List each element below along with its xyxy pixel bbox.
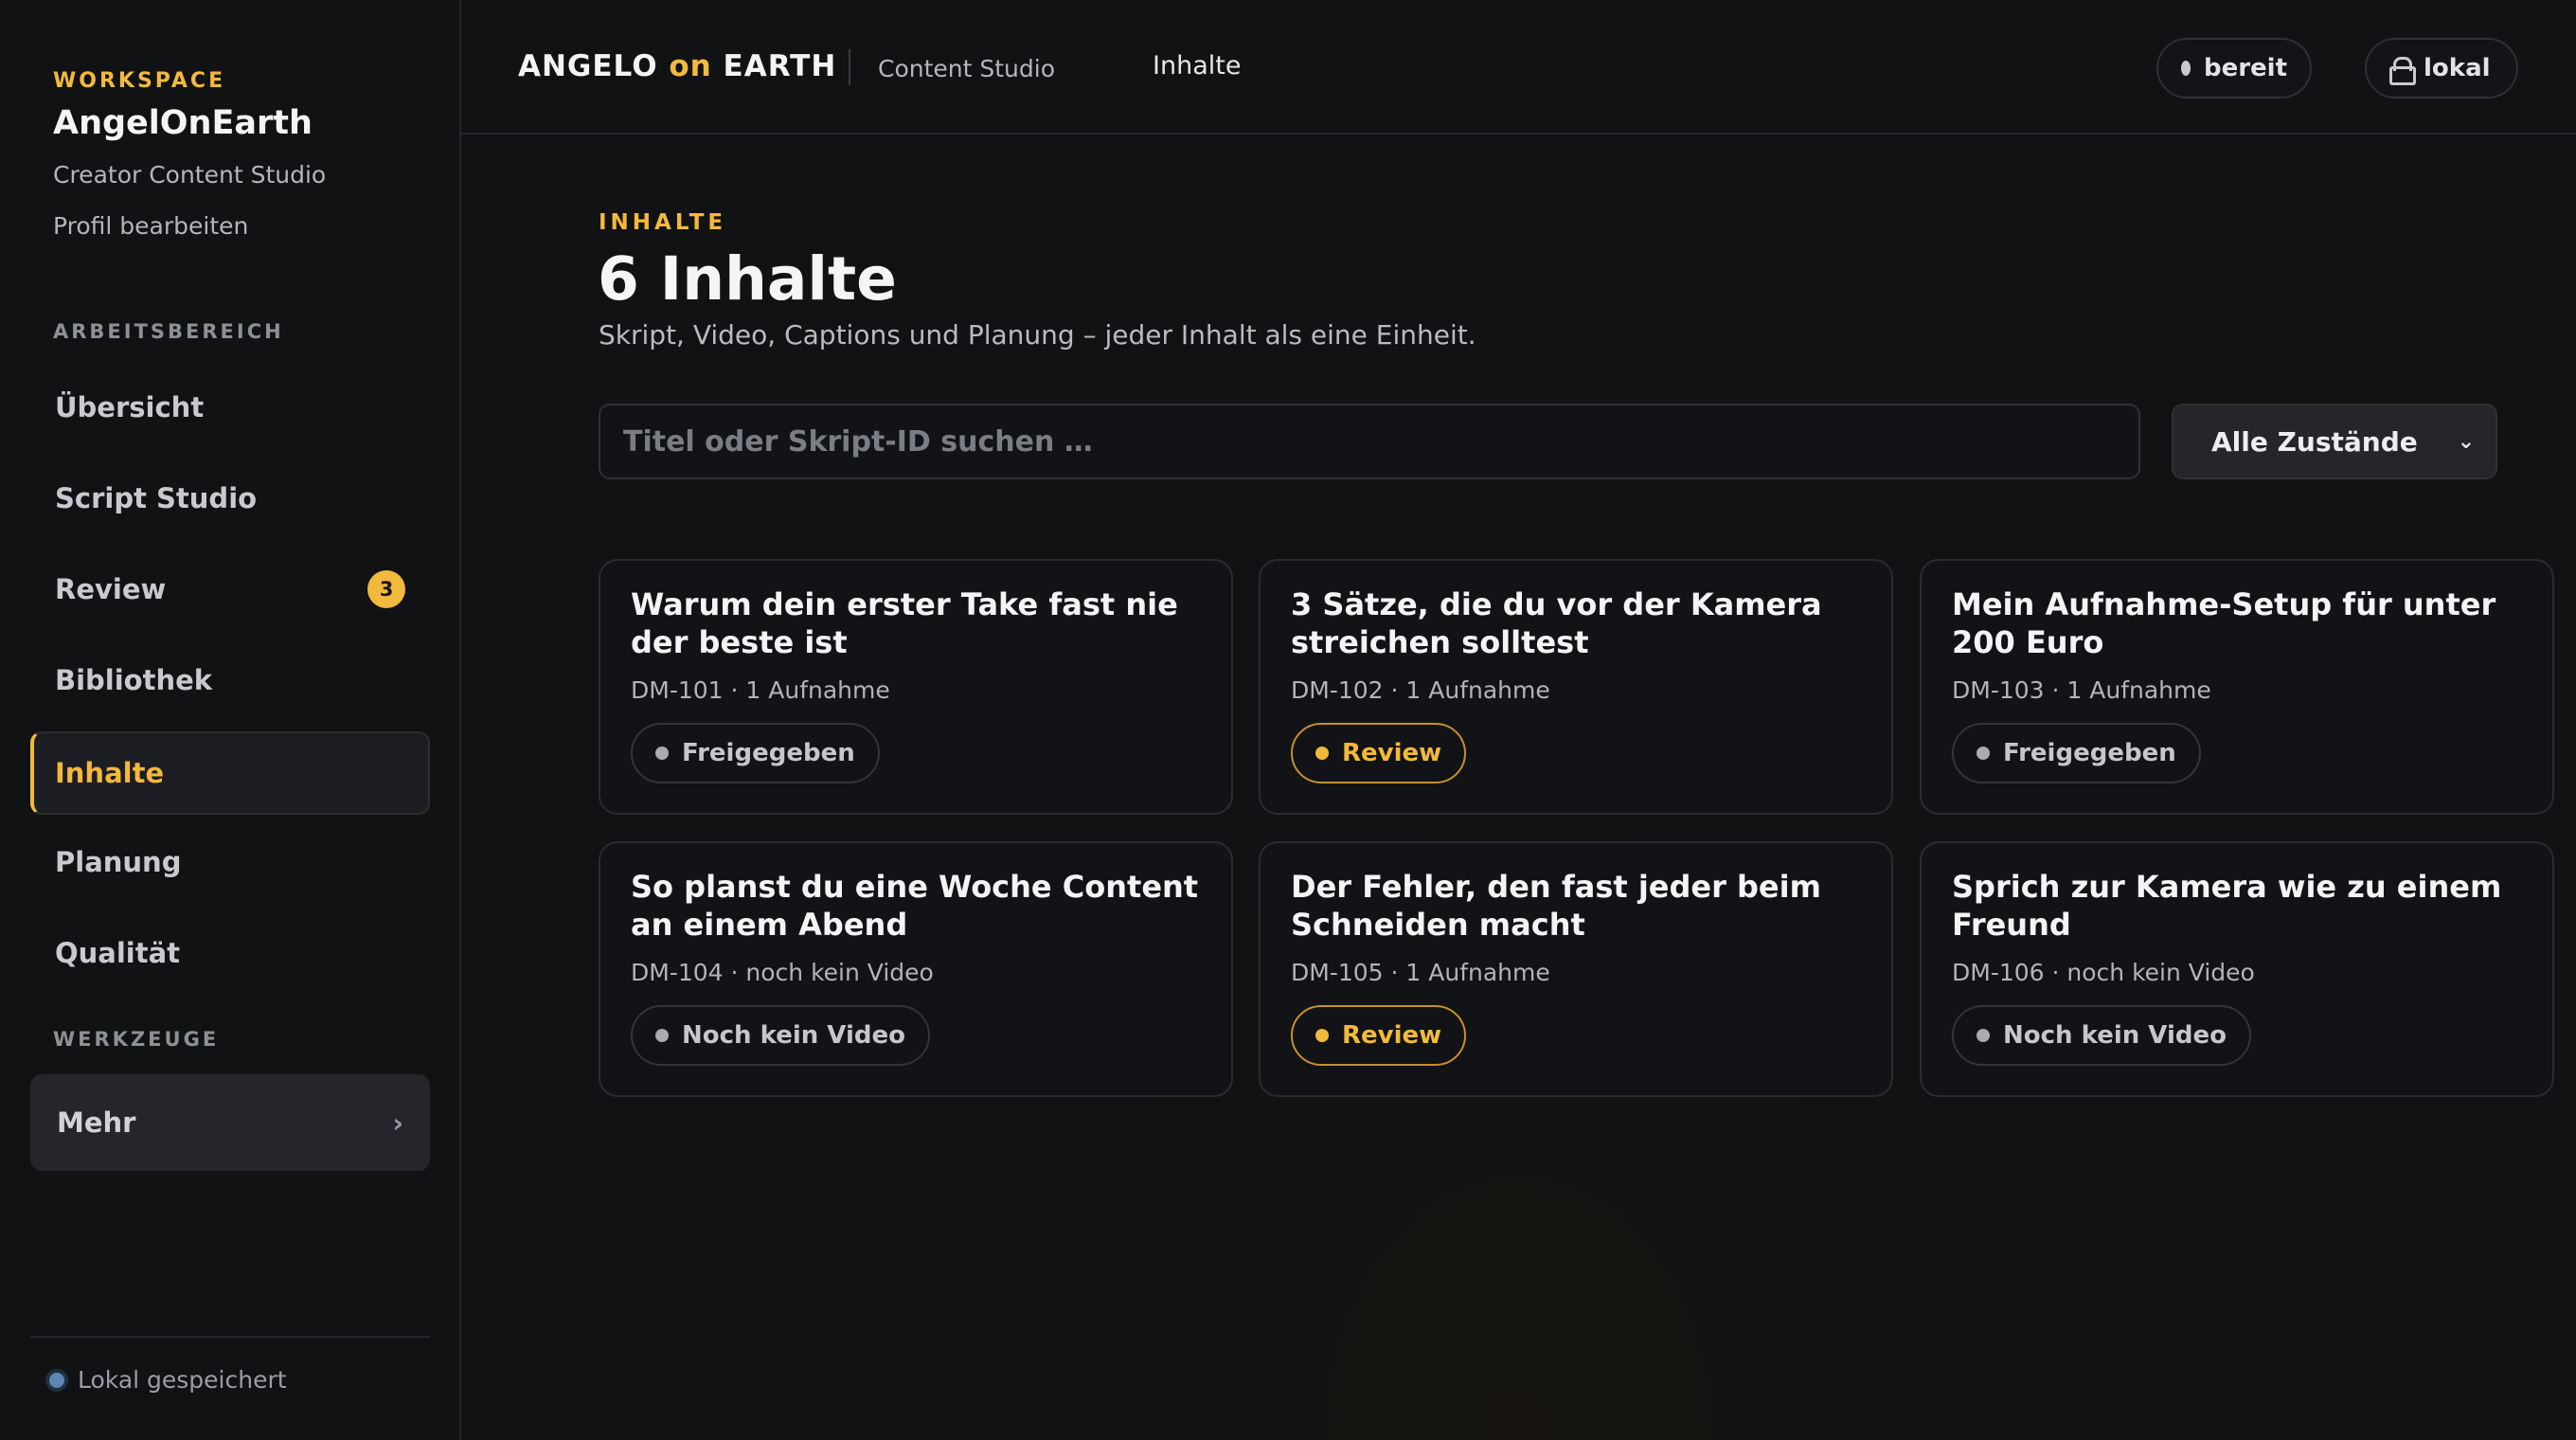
sidebar-item-label: Übersicht	[55, 391, 205, 423]
card-meta: DM-103 · 1 Aufnahme	[1952, 676, 2211, 704]
card-meta: DM-104 · noch kein Video	[631, 959, 934, 986]
page-subtitle: Skript, Video, Captions und Planung – je…	[599, 319, 1476, 351]
page-kicker: INHALTE	[599, 210, 727, 235]
topbar: ANGELO on EARTH Content Studio Inhalte b…	[461, 0, 2576, 135]
sidebar-item-label: Planung	[55, 846, 182, 878]
sidebar-item-label: Script Studio	[55, 482, 258, 514]
sidebar-item-review[interactable]: Review 3	[30, 548, 430, 631]
lock-icon	[2389, 57, 2416, 85]
save-status: Lokal gespeichert	[49, 1366, 287, 1394]
status-badge-ready: bereit	[2156, 38, 2312, 99]
status-badge: Review	[1291, 1005, 1467, 1066]
status-label: Review	[1342, 1021, 1442, 1050]
workspace-name: AngelOnEarth	[53, 104, 313, 142]
content-card[interactable]: Warum dein erster Take fast nie der best…	[599, 559, 1233, 815]
local-mode-button[interactable]: lokal	[2365, 38, 2518, 99]
card-meta: DM-105 · 1 Aufnahme	[1291, 959, 1550, 986]
card-title: Der Fehler, den fast jeder beim Schneide…	[1291, 869, 1821, 943]
chevron-right-icon: ›	[392, 1107, 403, 1139]
section-label-work: ARBEITSBEREICH	[53, 320, 284, 343]
card-meta: DM-106 · noch kein Video	[1952, 959, 2255, 986]
section-label-tools: WERKZEUGE	[53, 1028, 220, 1051]
status-badge: Review	[1291, 723, 1467, 783]
status-label: Review	[1342, 739, 1442, 767]
content-card[interactable]: 3 Sätze, die du vor der Kamera streichen…	[1259, 559, 1893, 815]
brand-word-angelo: ANGELO	[518, 49, 658, 83]
content-card[interactable]: So planst du eine Woche Content an einem…	[599, 841, 1233, 1097]
sidebar-item-label: Bibliothek	[55, 664, 213, 696]
status-label: Noch kein Video	[2003, 1021, 2227, 1050]
content-card[interactable]: Mein Aufnahme-Setup für unter 200 Euro D…	[1920, 559, 2554, 815]
local-mode-label: lokal	[2424, 54, 2491, 82]
sidebar-item-contents[interactable]: Inhalte	[30, 731, 430, 815]
sidebar-item-quality[interactable]: Qualität	[30, 911, 430, 995]
workspace-subtitle: Creator Content Studio	[53, 161, 327, 189]
status-filter-select[interactable]: Alle Zustände ⌄	[2172, 404, 2497, 479]
sidebar-item-label: Review	[55, 573, 167, 605]
more-label: Mehr	[57, 1107, 136, 1139]
status-ready-label: bereit	[2203, 54, 2287, 82]
status-badge: Noch kein Video	[631, 1005, 930, 1066]
status-badge: Freigegeben	[1952, 723, 2201, 783]
breadcrumb: Inhalte	[1153, 51, 1242, 81]
sidebar-item-script-studio[interactable]: Script Studio	[30, 457, 430, 540]
status-badge: Freigegeben	[631, 723, 880, 783]
sidebar-divider	[30, 1336, 430, 1338]
status-filter-label: Alle Zustände	[2211, 425, 2418, 458]
more-button[interactable]: Mehr ›	[30, 1074, 430, 1171]
sidebar-item-label: Qualität	[55, 937, 181, 969]
studio-label: Content Studio	[878, 55, 1055, 82]
status-dot-icon	[1315, 747, 1329, 760]
chevron-down-icon: ⌄	[2457, 429, 2475, 454]
status-label: Freigegeben	[2003, 739, 2176, 767]
status-label: Noch kein Video	[682, 1021, 905, 1050]
status-badge: Noch kein Video	[1952, 1005, 2251, 1066]
status-dot-icon	[655, 1029, 669, 1042]
brand-logo[interactable]: ANGELO on EARTH	[518, 49, 836, 83]
save-status-label: Lokal gespeichert	[78, 1366, 287, 1394]
sidebar-item-library[interactable]: Bibliothek	[30, 639, 430, 722]
sidebar-item-planning[interactable]: Planung	[30, 820, 430, 904]
status-dot-icon	[1977, 1029, 1990, 1042]
brand-word-on: on	[669, 49, 712, 83]
sidebar-item-overview[interactable]: Übersicht	[30, 366, 430, 449]
card-meta: DM-102 · 1 Aufnahme	[1291, 676, 1550, 704]
sidebar-item-label: Inhalte	[55, 757, 165, 789]
brand-divider	[849, 49, 850, 85]
card-title: Sprich zur Kamera wie zu einem Freund	[1952, 869, 2502, 943]
card-title: Warum dein erster Take fast nie der best…	[631, 586, 1178, 660]
main-content: ANGELO on EARTH Content Studio Inhalte b…	[461, 0, 2576, 1440]
page-title: 6 Inhalte	[598, 244, 897, 314]
edit-profile-link[interactable]: Profil bearbeiten	[53, 212, 248, 240]
card-title: Mein Aufnahme-Setup für unter 200 Euro	[1952, 586, 2496, 660]
status-dot-icon	[1315, 1029, 1329, 1042]
search-input[interactable]	[599, 404, 2140, 479]
brand-word-earth: EARTH	[723, 49, 837, 83]
workspace-label: WORKSPACE	[53, 69, 226, 93]
status-dot-icon	[655, 747, 669, 760]
status-dot-icon	[2181, 61, 2191, 76]
status-dot-icon	[1977, 747, 1990, 760]
status-label: Freigegeben	[682, 739, 855, 767]
card-title: 3 Sätze, die du vor der Kamera streichen…	[1291, 586, 1822, 660]
sidebar: WORKSPACE AngelOnEarth Creator Content S…	[0, 0, 461, 1440]
content-card[interactable]: Der Fehler, den fast jeder beim Schneide…	[1259, 841, 1893, 1097]
card-title: So planst du eine Woche Content an einem…	[631, 869, 1199, 943]
content-card[interactable]: Sprich zur Kamera wie zu einem Freund DM…	[1920, 841, 2554, 1097]
status-dot-icon	[49, 1372, 64, 1388]
card-meta: DM-101 · 1 Aufnahme	[631, 676, 890, 704]
review-count-badge: 3	[367, 570, 405, 608]
